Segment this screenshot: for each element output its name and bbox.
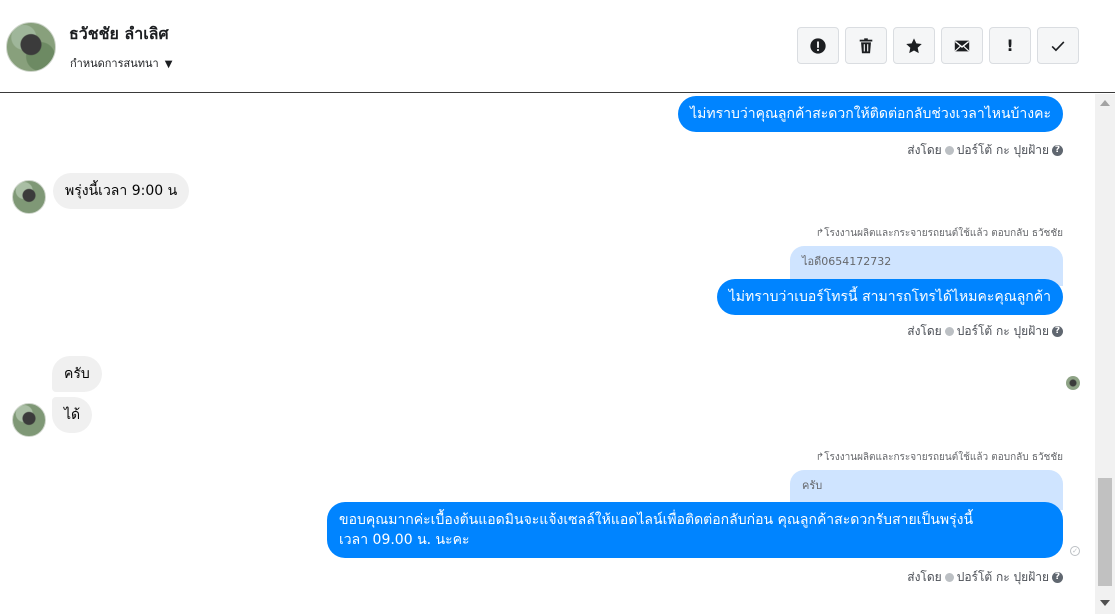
sender-name[interactable]: ปอร์โต้ กะ ปุยฝ้าย xyxy=(957,570,1049,584)
sent-by-prefix: ส่งโดย xyxy=(907,570,942,584)
reply-context-note: ↱โรงงานผลิตและกระจายรถยนต์ใช้แล้ว ตอบกลั… xyxy=(816,226,1063,241)
mark-important-button[interactable]: ! xyxy=(989,27,1031,64)
caret-down-icon: ▼ xyxy=(164,59,173,70)
conversation-header: ธวัชชัย ลำเลิศ กำหนดการสนทนา ▼ ! xyxy=(0,0,1115,93)
conversation-toolbar: ! xyxy=(797,27,1079,64)
envelope-icon xyxy=(954,40,970,51)
incoming-message[interactable]: ได้ xyxy=(52,397,93,433)
contact-avatar[interactable] xyxy=(6,22,56,72)
help-icon[interactable]: ? xyxy=(1052,572,1063,583)
verified-icon xyxy=(944,327,954,336)
reply-arrow-icon: ↱ xyxy=(815,452,825,463)
trash-icon xyxy=(859,37,873,53)
conversation-setting-label: กำหนดการสนทนา xyxy=(70,57,159,70)
conversation-setting-dropdown[interactable]: กำหนดการสนทนา ▼ xyxy=(70,54,172,72)
report-spam-button[interactable] xyxy=(797,27,839,64)
message-text-line-1: ขอบคุณมากค่ะเบื้องต้นแอดมินจะแจ้งเซลล์ให… xyxy=(339,512,974,528)
quoted-text: ไอดี0654172732 xyxy=(802,255,892,268)
sender-name[interactable]: ปอร์โต้ กะ ปุยฝ้าย xyxy=(957,143,1049,157)
sender-name[interactable]: ปอร์โต้ กะ ปุยฝ้าย xyxy=(957,324,1049,338)
contact-avatar-small[interactable] xyxy=(12,403,46,437)
scroll-up-arrow-icon[interactable] xyxy=(1100,100,1110,106)
scroll-down-arrow-icon[interactable] xyxy=(1100,600,1110,606)
contact-avatar-small[interactable] xyxy=(12,180,46,214)
incoming-message[interactable]: พรุ่งนี้เวลา 9:00 น xyxy=(53,173,190,209)
alert-circle-icon xyxy=(810,37,826,54)
help-icon[interactable]: ? xyxy=(1052,326,1063,337)
mark-unread-button[interactable] xyxy=(941,27,983,64)
sent-by-prefix: ส่งโดย xyxy=(907,143,942,157)
star-icon xyxy=(906,37,922,53)
message-thread[interactable]: ไม่ทราบว่าคุณลูกค้าสะดวกให้ติดต่อกลับช่ว… xyxy=(0,94,1095,614)
message-text: พรุ่งนี้เวลา 9:00 น xyxy=(65,183,178,199)
scrollbar-thumb[interactable] xyxy=(1098,478,1112,586)
sent-by-info: ส่งโดย ปอร์โต้ กะ ปุยฝ้าย? xyxy=(907,568,1063,587)
exclamation-icon: ! xyxy=(1006,36,1014,55)
contact-name[interactable]: ธวัชชัย ลำเลิศ xyxy=(69,22,169,47)
outgoing-message[interactable]: ไม่ทราบว่าเบอร์โทรนี้ สามารถโทรได้ไหมคะค… xyxy=(716,279,1063,315)
reply-note-text: โรงงานผลิตและกระจายรถยนต์ใช้แล้ว ตอบกลับ… xyxy=(824,452,1063,463)
sent-by-prefix: ส่งโดย xyxy=(907,324,942,338)
verified-icon xyxy=(944,146,954,155)
reply-note-text: โรงงานผลิตและกระจายรถยนต์ใช้แล้ว ตอบกลับ… xyxy=(824,228,1063,239)
message-text: ไม่ทราบว่าคุณลูกค้าสะดวกให้ติดต่อกลับช่ว… xyxy=(690,106,1051,122)
mark-done-button[interactable] xyxy=(1037,27,1079,64)
incoming-message[interactable]: ครับ xyxy=(52,356,102,392)
sent-by-info: ส่งโดย ปอร์โต้ กะ ปุยฝ้าย? xyxy=(907,322,1063,341)
star-button[interactable] xyxy=(893,27,935,64)
verified-icon xyxy=(944,573,954,582)
reply-arrow-icon: ↱ xyxy=(815,228,825,239)
outgoing-message[interactable]: ไม่ทราบว่าคุณลูกค้าสะดวกให้ติดต่อกลับช่ว… xyxy=(678,96,1063,132)
message-text-line-2: เวลา 09.00 น. นะคะ xyxy=(339,532,470,548)
sent-by-info: ส่งโดย ปอร์โต้ กะ ปุยฝ้าย? xyxy=(907,141,1063,160)
message-text: ไม่ทราบว่าเบอร์โทรนี้ สามารถโทรได้ไหมคะค… xyxy=(728,289,1051,305)
help-icon[interactable]: ? xyxy=(1052,145,1063,156)
quoted-text: ครับ xyxy=(802,479,823,492)
reply-context-note: ↱โรงงานผลิตและกระจายรถยนต์ใช้แล้ว ตอบกลั… xyxy=(816,450,1063,465)
delete-button[interactable] xyxy=(845,27,887,64)
delivered-icon: ✓ xyxy=(1070,546,1080,556)
message-text: ครับ xyxy=(64,366,90,382)
read-receipt-avatar xyxy=(1066,376,1080,390)
message-text: ได้ xyxy=(64,407,81,423)
vertical-scrollbar[interactable] xyxy=(1095,94,1115,614)
outgoing-message[interactable]: ขอบคุณมากค่ะเบื้องต้นแอดมินจะแจ้งเซลล์ให… xyxy=(327,502,1063,558)
checkmark-icon xyxy=(1051,40,1065,51)
